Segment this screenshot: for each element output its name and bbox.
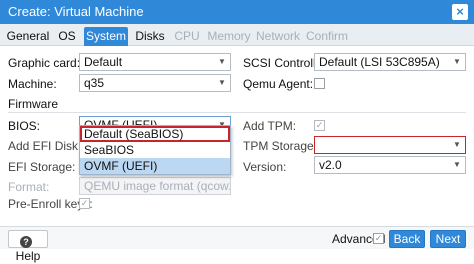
format-select: QEMU image format (qcow2): [79, 177, 231, 195]
tab-system[interactable]: System: [84, 27, 128, 46]
qemu-agent-checkbox[interactable]: [314, 78, 325, 89]
advanced-checkbox[interactable]: ✓: [373, 233, 384, 244]
chevron-down-icon[interactable]: ▼: [449, 54, 465, 70]
pre-enroll-keys-checkbox[interactable]: ✓: [79, 198, 90, 209]
format-value: QEMU image format (qcow2): [84, 179, 231, 193]
machine-label: Machine:: [8, 77, 57, 91]
version-select[interactable]: v2.0 ▼: [314, 156, 466, 174]
chevron-down-icon[interactable]: ▼: [449, 137, 465, 153]
chevron-down-icon[interactable]: ▼: [449, 157, 465, 173]
tab-memory: Memory: [207, 29, 251, 43]
scsi-controller-value: Default (LSI 53C895A): [319, 55, 440, 69]
format-label: Format:: [8, 180, 50, 194]
graphic-card-value: Default: [84, 55, 123, 69]
back-button[interactable]: Back: [389, 230, 425, 248]
bios-option-seabios[interactable]: SeaBIOS: [80, 142, 230, 158]
help-icon: ?: [20, 236, 32, 248]
bios-option-default-seabios[interactable]: Default (SeaBIOS): [80, 126, 230, 142]
add-efi-disk-label: Add EFI Disk:: [8, 139, 82, 153]
close-icon[interactable]: ×: [452, 4, 468, 20]
help-button[interactable]: ?Help: [8, 230, 48, 263]
dialog-footer: ?Help Advanced ✓ Back Next: [0, 226, 474, 263]
qemu-agent-label: Qemu Agent:: [243, 77, 314, 91]
tab-bar: General OS System Disks CPU Memory Netwo…: [0, 24, 474, 46]
tab-cpu: CPU: [174, 29, 200, 43]
tpm-storage-select[interactable]: ▼: [314, 136, 466, 154]
machine-value: q35: [84, 76, 105, 90]
window-title: Create: Virtual Machine: [8, 4, 144, 19]
tab-general[interactable]: General: [6, 27, 50, 46]
chevron-down-icon[interactable]: ▼: [214, 75, 230, 91]
next-button[interactable]: Next: [430, 230, 466, 248]
window-titlebar: Create: Virtual Machine ×: [0, 0, 474, 24]
machine-select[interactable]: q35 ▼: [79, 74, 231, 92]
bios-label: BIOS:: [8, 119, 41, 133]
bios-option-ovmf-uefi[interactable]: OVMF (UEFI): [80, 158, 230, 174]
efi-storage-label: EFI Storage:: [8, 160, 76, 174]
version-value: v2.0: [319, 158, 342, 172]
help-label: Help: [15, 249, 41, 263]
chevron-down-icon[interactable]: ▼: [214, 54, 230, 70]
section-divider: [8, 112, 466, 113]
tab-network: Network: [256, 29, 301, 43]
firmware-section-title: Firmware: [8, 97, 58, 111]
graphic-card-select[interactable]: Default ▼: [79, 53, 231, 71]
bios-dropdown-list: Default (SeaBIOS) SeaBIOS OVMF (UEFI): [79, 125, 231, 175]
tpm-storage-label: TPM Storage:: [243, 139, 318, 153]
tab-os[interactable]: OS: [54, 27, 80, 46]
tab-disks[interactable]: Disks: [132, 27, 168, 46]
scsi-controller-select[interactable]: Default (LSI 53C895A) ▼: [314, 53, 466, 71]
add-tpm-checkbox[interactable]: ✓: [314, 120, 325, 131]
system-form: Graphic card: Default ▼ SCSI Controller:…: [0, 46, 474, 226]
add-tpm-label: Add TPM:: [243, 119, 297, 133]
version-label: Version:: [243, 160, 287, 174]
tab-confirm: Confirm: [305, 29, 348, 43]
graphic-card-label: Graphic card:: [8, 56, 81, 70]
